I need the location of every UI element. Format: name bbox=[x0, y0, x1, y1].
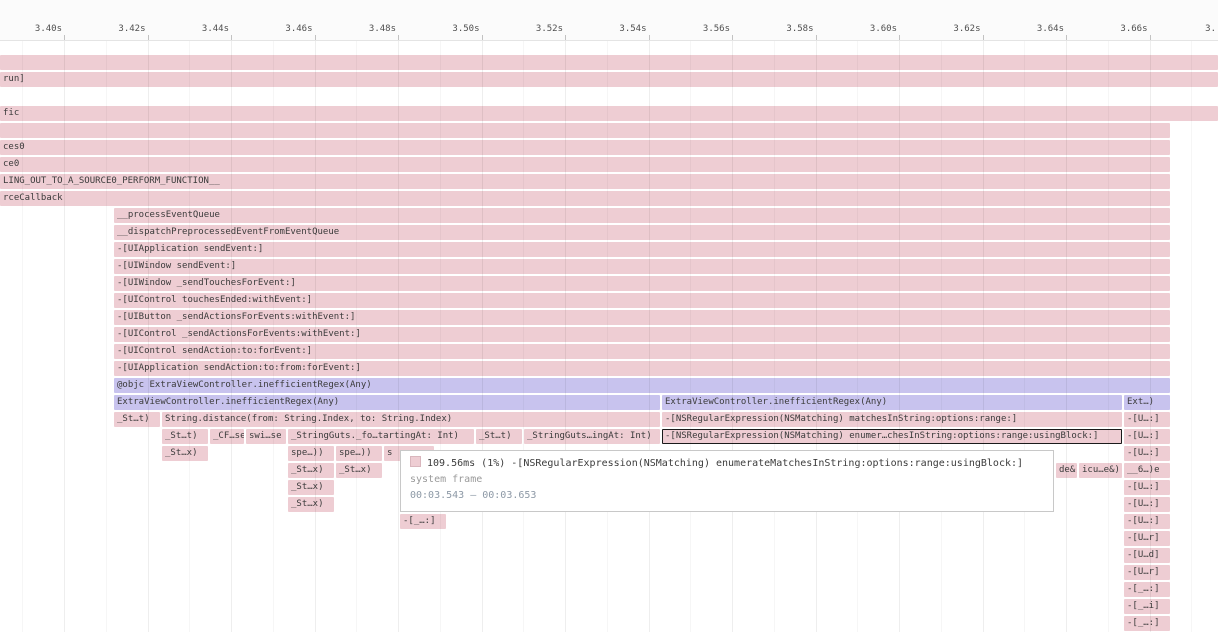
flame-bar[interactable]: -[U…:] bbox=[1124, 514, 1170, 529]
flame-bar[interactable]: -[_…:] bbox=[1124, 582, 1170, 597]
flame-bar[interactable]: -[UIWindow _sendTouchesForEvent:] bbox=[114, 276, 1170, 291]
flame-bar[interactable]: LING_OUT_TO_A_SOURCE0_PERFORM_FUNCTION__ bbox=[0, 174, 1170, 189]
ruler-tick-label: 3.48s bbox=[369, 24, 398, 34]
flame-bar[interactable]: de&) bbox=[1056, 463, 1077, 478]
ruler-tick-mark bbox=[816, 35, 817, 40]
flame-bar[interactable]: -[U…:] bbox=[1124, 429, 1170, 444]
tooltip-title-line: 109.56ms (1%) -[NSRegularExpression(NSMa… bbox=[410, 456, 1044, 472]
flame-bar[interactable]: _St…x) bbox=[288, 463, 334, 478]
ruler-tick-label: 3.44s bbox=[202, 24, 231, 34]
flame-bar[interactable]: -[UIControl _sendActionsForEvents:withEv… bbox=[114, 327, 1170, 342]
flame-bar[interactable]: _St…x) bbox=[288, 497, 334, 512]
flame-bar[interactable]: Ext…) bbox=[1124, 395, 1170, 410]
flame-bar[interactable]: _St…t) bbox=[162, 429, 208, 444]
flame-bar[interactable] bbox=[0, 123, 1170, 138]
flame-graph: run] fic ces0 ce0 LING_OUT_TO_A_SOURCE0_PERF… bbox=[0, 0, 1218, 632]
flame-bar[interactable]: swi…se bbox=[246, 429, 286, 444]
flame-bar[interactable]: rceCallback bbox=[0, 191, 1170, 206]
flame-bar[interactable]: __6…)e bbox=[1124, 463, 1170, 478]
ruler-tick-label: 3.60s bbox=[870, 24, 899, 34]
flame-bar[interactable]: -[UIControl touchesEnded:withEvent:] bbox=[114, 293, 1170, 308]
flame-bar[interactable]: -[U…:] bbox=[1124, 446, 1170, 461]
flame-bar[interactable] bbox=[0, 55, 1218, 70]
flame-bar[interactable]: -[U…:] bbox=[1124, 497, 1170, 512]
flame-bar[interactable]: ExtraViewController.inefficientRegex(Any… bbox=[114, 395, 660, 410]
flame-bar[interactable]: -[UIApplication sendEvent:] bbox=[114, 242, 1170, 257]
flame-bar[interactable]: spe…)) bbox=[288, 446, 334, 461]
ruler-tick-label: 3.54s bbox=[619, 24, 648, 34]
flame-bar-selected[interactable]: -[NSRegularExpression(NSMatching) enumer… bbox=[662, 429, 1122, 444]
flame-bar[interactable]: -[U…d] bbox=[1124, 548, 1170, 563]
ruler-tick-mark bbox=[983, 35, 984, 40]
flame-bar[interactable]: -[UIWindow sendEvent:] bbox=[114, 259, 1170, 274]
flame-bar[interactable]: icu…e&) bbox=[1079, 463, 1122, 478]
flame-bar[interactable]: spe…)) bbox=[336, 446, 382, 461]
flame-bar[interactable]: -[UIButton _sendActionsForEvents:withEve… bbox=[114, 310, 1170, 325]
ruler-tick-mark bbox=[231, 35, 232, 40]
flame-bar[interactable]: ces0 bbox=[0, 140, 1170, 155]
flame-bar[interactable]: _St…x) bbox=[162, 446, 208, 461]
ruler-tick-mark bbox=[64, 35, 65, 40]
flame-bar[interactable]: _StringGuts._fo…tartingAt: Int) bbox=[288, 429, 474, 444]
tooltip-title: 109.56ms (1%) -[NSRegularExpression(NSMa… bbox=[427, 458, 1023, 469]
flame-bar[interactable]: -[UIControl sendAction:to:forEvent:] bbox=[114, 344, 1170, 359]
ruler-tick-mark bbox=[482, 35, 483, 40]
ruler-tick-mark bbox=[899, 35, 900, 40]
flame-bar[interactable]: -[UIApplication sendAction:to:from:forEv… bbox=[114, 361, 1170, 376]
flame-bar[interactable]: _St…t) bbox=[114, 412, 160, 427]
ruler-tick-label: 3. bbox=[1205, 24, 1218, 34]
flame-bar[interactable]: ce0 bbox=[0, 157, 1170, 172]
ruler-tick-mark bbox=[1066, 35, 1067, 40]
ruler-tick-mark bbox=[148, 35, 149, 40]
ruler-tick-mark bbox=[732, 35, 733, 40]
ruler-tick-label: 3.40s bbox=[35, 24, 64, 34]
flame-bar[interactable]: ExtraViewController.inefficientRegex(Any… bbox=[662, 395, 1122, 410]
ruler-tick-label: 3.66s bbox=[1120, 24, 1149, 34]
flame-bar[interactable]: -[NSRegularExpression(NSMatching) matche… bbox=[662, 412, 1122, 427]
flame-bar[interactable]: String.distance(from: String.Index, to: … bbox=[162, 412, 660, 427]
flame-bar[interactable]: -[U…r] bbox=[1124, 531, 1170, 546]
flame-bar[interactable]: fic bbox=[0, 106, 1218, 121]
ruler-tick-label: 3.64s bbox=[1037, 24, 1066, 34]
flame-bar[interactable]: _St…t) bbox=[476, 429, 522, 444]
flame-bar[interactable]: -[U…:] bbox=[1124, 480, 1170, 495]
ruler-tick-mark bbox=[565, 35, 566, 40]
flame-bar[interactable]: __dispatchPreprocessedEventFromEventQueu… bbox=[114, 225, 1170, 240]
flame-bar[interactable]: @objc ExtraViewController.inefficientReg… bbox=[114, 378, 1170, 393]
flame-bar[interactable]: -[_…:] bbox=[1124, 616, 1170, 631]
ruler-tick-label: 3.46s bbox=[285, 24, 314, 34]
flame-bar[interactable]: run] bbox=[0, 72, 1218, 87]
ruler-tick-label: 3.58s bbox=[786, 24, 815, 34]
ruler-tick-label: 3.56s bbox=[703, 24, 732, 34]
ruler-tick-mark bbox=[649, 35, 650, 40]
ruler-tick-label: 3.42s bbox=[118, 24, 147, 34]
flame-bar[interactable]: _CF…se bbox=[210, 429, 244, 444]
flame-bar[interactable]: __processEventQueue bbox=[114, 208, 1170, 223]
flame-bar[interactable]: _St…x) bbox=[336, 463, 382, 478]
ruler-tick-mark bbox=[315, 35, 316, 40]
ruler-tick-label: 3.62s bbox=[953, 24, 982, 34]
ruler-tick-label: 3.52s bbox=[536, 24, 565, 34]
ruler-tick-mark bbox=[1150, 35, 1151, 40]
flame-bar[interactable]: _StringGuts…ingAt: Int) bbox=[524, 429, 660, 444]
flame-bar[interactable]: -[U…:] bbox=[1124, 412, 1170, 427]
ruler-tick-label: 3.50s bbox=[452, 24, 481, 34]
flame-bar[interactable]: -[_…i] bbox=[1124, 599, 1170, 614]
flame-bar[interactable]: -[U…r] bbox=[1124, 565, 1170, 580]
flame-bar[interactable]: _St…x) bbox=[288, 480, 334, 495]
ruler-tick-mark bbox=[398, 35, 399, 40]
tooltip-time-range: 00:03.543 — 00:03.653 bbox=[410, 488, 1044, 504]
category-color-swatch-icon bbox=[410, 456, 421, 467]
tooltip: 109.56ms (1%) -[NSRegularExpression(NSMa… bbox=[400, 450, 1054, 512]
flame-bar[interactable]: -[_…:] bbox=[400, 514, 446, 529]
tooltip-subtitle: system frame bbox=[410, 472, 1044, 488]
timeline-ruler[interactable]: 3.40s 3.42s 3.44s 3.46s 3.48s 3.50s 3.52s 3.54s… bbox=[0, 0, 1218, 41]
